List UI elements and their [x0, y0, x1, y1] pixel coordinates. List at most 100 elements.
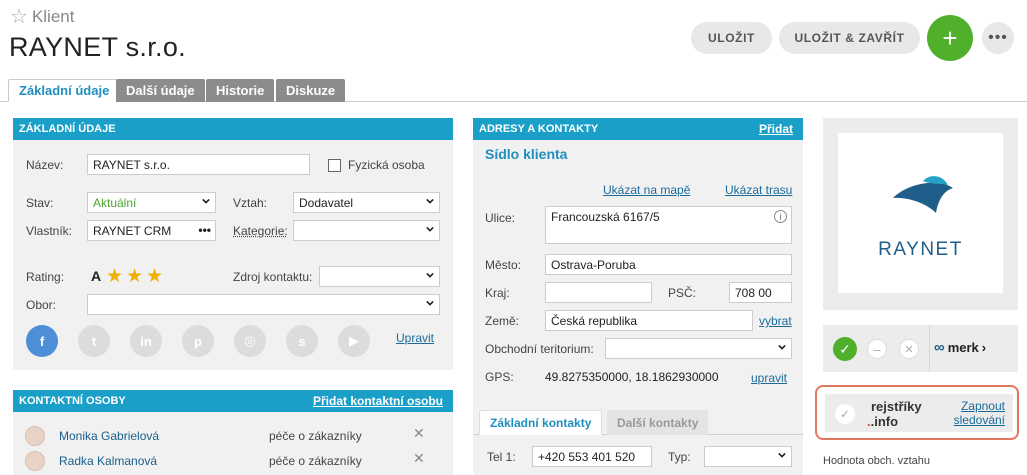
entity-type: ☆ Klient	[10, 7, 74, 27]
remove-contact-icon[interactable]: ✕	[413, 450, 425, 467]
linkedin-icon[interactable]: in	[130, 325, 162, 357]
facebook-icon[interactable]: f	[26, 325, 58, 357]
close-icon[interactable]: ✕	[899, 339, 919, 359]
chevron-down-icon	[778, 452, 786, 458]
chevron-down-icon	[426, 226, 434, 232]
source-select[interactable]	[319, 266, 440, 287]
natural-person-checkbox[interactable]	[328, 159, 341, 172]
contacts-heading-label: KONTAKTNÍ OSOBY	[19, 395, 126, 407]
merk-divider	[929, 325, 930, 372]
category-select[interactable]	[293, 220, 440, 241]
edit-social-link[interactable]: Upravit	[396, 331, 434, 345]
territory-select[interactable]	[605, 338, 792, 359]
name-input[interactable]: RAYNET s.r.o.	[87, 154, 310, 175]
raynet-logo-icon	[893, 176, 953, 213]
rejstriky-domain: ..info	[867, 414, 899, 429]
choose-country-link[interactable]: vybrat	[759, 314, 792, 328]
tab-other-contacts[interactable]: Další kontakty	[607, 410, 709, 435]
relation-value-label: Hodnota obch. vztahu	[823, 455, 931, 467]
gps-label: GPS:	[485, 370, 514, 384]
name-label: Název:	[26, 158, 64, 172]
merk-link[interactable]: ∞ merk ›	[934, 339, 986, 356]
add-contact-link[interactable]: Přidat kontaktní osobu	[313, 394, 443, 408]
add-address-link[interactable]: Přidat	[759, 122, 793, 136]
skype-icon[interactable]: s	[286, 325, 318, 357]
natural-person-label: Fyzická osoba	[348, 158, 425, 172]
list-item[interactable]: Radka Kalmanová	[25, 450, 157, 472]
relation-label: Vztah:	[233, 196, 268, 210]
owner-field[interactable]: RAYNET CRM •••	[87, 220, 216, 241]
zip-label: PSČ:	[668, 286, 697, 300]
chevron-down-icon	[426, 300, 434, 306]
territory-label: Obchodní teritorium:	[485, 342, 594, 356]
tab-history[interactable]: Historie	[206, 79, 275, 102]
instagram-icon[interactable]: ◎	[234, 325, 266, 357]
country-input[interactable]: Česká republika	[545, 310, 753, 331]
chevron-down-icon	[202, 198, 210, 204]
region-input[interactable]	[545, 282, 652, 303]
address-section-title: Sídlo klienta	[485, 146, 568, 162]
show-map-link[interactable]: Ukázat na mapě	[603, 183, 690, 197]
field-select[interactable]	[87, 294, 440, 315]
source-label: Zdroj kontaktu:	[233, 270, 313, 284]
contacts-heading: KONTAKTNÍ OSOBY Přidat kontaktní osobu	[13, 390, 453, 412]
list-item[interactable]: Monika Gabrielová	[25, 425, 159, 447]
info-icon[interactable]: i	[774, 210, 787, 223]
chevron-down-icon	[426, 272, 434, 278]
status-label: Stav:	[26, 196, 54, 210]
phone-input[interactable]: +420 553 401 520	[532, 446, 652, 467]
phone-type-label: Typ:	[668, 450, 691, 464]
rejstriky-panel: ✓ rejstříky ..info Zapnout sledování	[825, 394, 1013, 432]
tab-discussion[interactable]: Diskuze	[276, 79, 346, 102]
tab-basic-contacts[interactable]: Základní kontakty	[479, 410, 603, 435]
more-options-button[interactable]: •••	[982, 22, 1014, 54]
edit-gps-link[interactable]: upravit	[751, 371, 787, 385]
follow-link[interactable]: Zapnout sledování	[954, 399, 1005, 427]
avatar	[25, 451, 45, 471]
tab-more-info[interactable]: Další údaje	[116, 79, 205, 102]
page-title: RAYNET s.r.o.	[9, 32, 186, 62]
show-route-link[interactable]: Ukázat trasu	[725, 183, 792, 197]
rating-star-icon[interactable]: ★	[146, 265, 163, 288]
logo-panel: RAYNET	[823, 118, 1018, 310]
status-select[interactable]: Aktuální	[87, 192, 216, 213]
street-label: Ulice:	[485, 211, 516, 225]
city-input[interactable]: Ostrava-Poruba	[545, 254, 792, 275]
category-label: Kategorie:	[233, 224, 288, 238]
contact-role: péče o zákazníky	[269, 454, 362, 468]
street-input[interactable]: Francouzská 6167/5 i	[545, 206, 792, 244]
twitter-icon[interactable]: t	[78, 325, 110, 357]
contact-role: péče o zákazníky	[269, 429, 362, 443]
rating-star-icon[interactable]: ★	[106, 265, 123, 288]
tab-basic-info[interactable]: Základní údaje	[8, 79, 121, 102]
check-icon[interactable]: ✓	[835, 404, 855, 424]
relation-value: Dodavatel	[299, 196, 354, 210]
save-button[interactable]: ULOŽIT	[691, 22, 772, 54]
status-value: Aktuální	[93, 196, 137, 210]
remove-contact-icon[interactable]: ✕	[413, 425, 425, 442]
contact-name[interactable]: Radka Kalmanová	[59, 454, 157, 468]
follow-link-line1: Zapnout	[960, 399, 1005, 413]
favorite-star-icon[interactable]: ☆	[10, 7, 28, 27]
check-icon[interactable]: ✓	[833, 337, 857, 361]
contact-name[interactable]: Monika Gabrielová	[59, 429, 159, 443]
minus-icon[interactable]: –	[867, 339, 887, 359]
phone-type-select[interactable]	[704, 446, 792, 467]
rating-label: Rating:	[26, 270, 65, 284]
save-close-button[interactable]: ULOŽIT & ZAVŘÍT	[779, 22, 920, 54]
owner-more-icon[interactable]: •••	[198, 223, 211, 237]
logo-text: RAYNET	[878, 239, 963, 260]
region-label: Kraj:	[485, 286, 510, 300]
owner-value: RAYNET CRM	[93, 224, 172, 238]
rating-star-icon[interactable]: ★	[126, 265, 143, 288]
relation-select[interactable]: Dodavatel	[293, 192, 440, 213]
merk-panel: ✓ – ✕ ∞ merk ›	[823, 325, 1018, 372]
country-label: Země:	[485, 314, 520, 328]
city-label: Město:	[485, 258, 522, 272]
youtube-icon[interactable]: ▶	[338, 325, 370, 357]
zip-input[interactable]: 708 00	[729, 282, 792, 303]
pinterest-icon[interactable]: p	[182, 325, 214, 357]
add-button[interactable]: +	[927, 15, 973, 61]
entity-type-label: Klient	[31, 7, 75, 26]
rejstriky-highlight: ✓ rejstříky ..info Zapnout sledování	[815, 385, 1019, 440]
